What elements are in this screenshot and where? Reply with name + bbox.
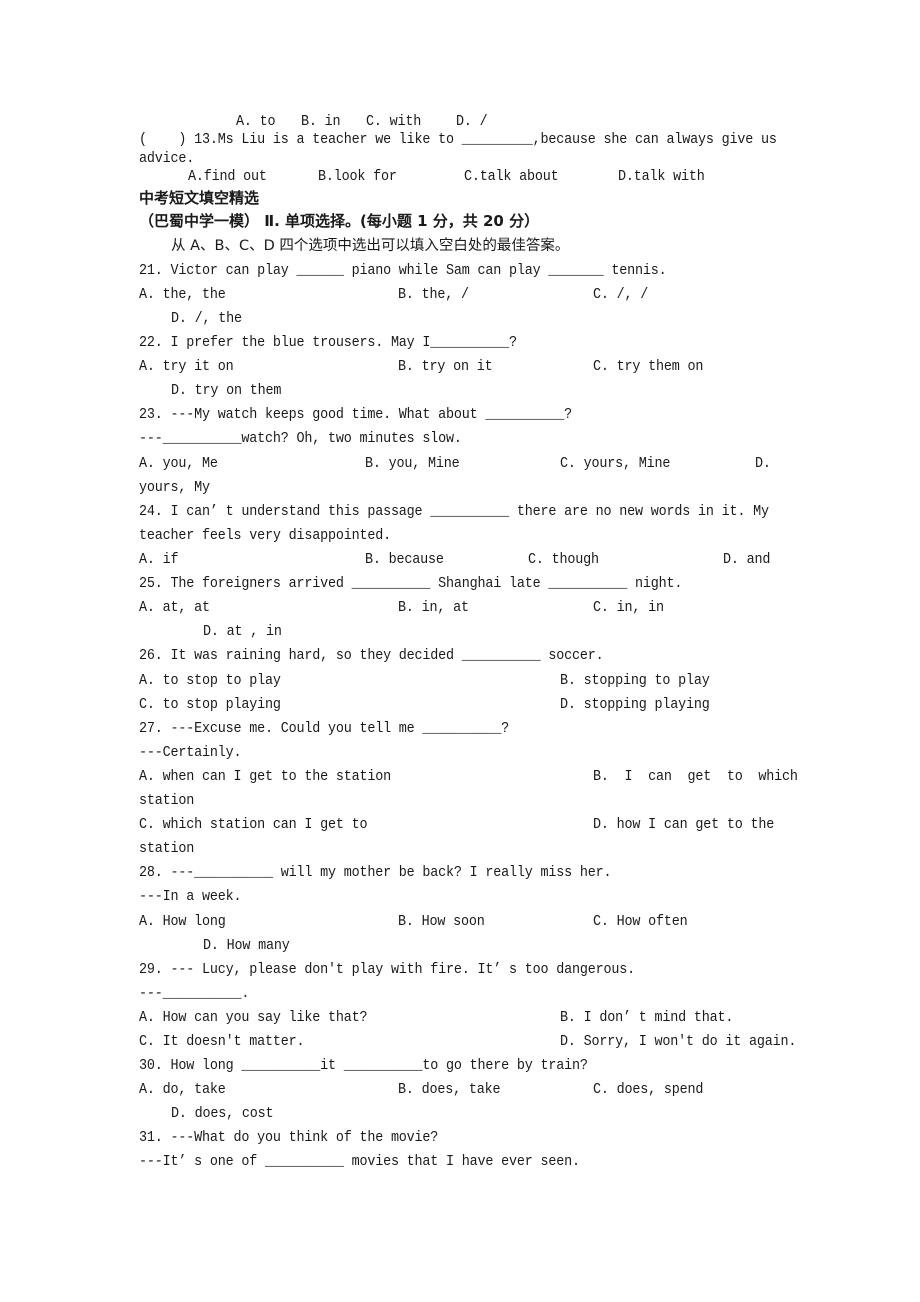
q13-stem: ( ) 13.Ms Liu is a teacher we like to __…: [139, 132, 777, 148]
q25-option-d: D. at , in: [203, 624, 282, 640]
q26-option-d: D. stopping playing: [560, 697, 710, 713]
q13-stem-continued: advice.: [139, 151, 195, 167]
q13-option-b: B.look for: [318, 169, 397, 185]
q12-option-d: D. /: [456, 114, 488, 130]
q25-option-c: C. in, in: [593, 600, 664, 616]
q27-stem: 27. ---Excuse me. Could you tell me ____…: [139, 721, 510, 737]
q27-option-b: B. I can get to which: [593, 769, 798, 785]
q24-stem: 24. I can’ t understand this passage ___…: [139, 504, 769, 520]
q27-option-d-text: station: [139, 841, 195, 857]
q23-stem-response: ---__________watch? Oh, two minutes slow…: [139, 431, 462, 447]
q28-option-d: D. How many: [203, 938, 290, 954]
q29-option-d: D. Sorry, I won't do it again.: [560, 1034, 797, 1050]
q26-option-a: A. to stop to play: [139, 673, 281, 689]
q23-option-d: D.: [755, 456, 771, 472]
q27-option-c: C. which station can I get to: [139, 817, 368, 833]
q28-option-b: B. How soon: [398, 914, 485, 930]
q30-option-b: B. does, take: [398, 1082, 501, 1098]
q29-stem: 29. --- Lucy, please don't play with fir…: [139, 962, 636, 978]
q29-stem-response: ---__________.: [139, 986, 250, 1002]
q28-option-a: A. How long: [139, 914, 226, 930]
q30-option-d: D. does, cost: [171, 1106, 274, 1122]
part-heading: （巴蜀中学一模） Ⅱ. 单项选择。(每小题 1 分，共 20 分）: [139, 212, 540, 230]
q23-option-c: C. yours, Mine: [560, 456, 671, 472]
q23-option-b: B. you, Mine: [365, 456, 460, 472]
q13-option-d: D.talk with: [618, 169, 705, 185]
q27-stem-response: ---Certainly.: [139, 745, 242, 761]
exam-page: A. to B. in C. with D. / ( ) 13.Ms Liu i…: [0, 0, 920, 1302]
q21-stem: 21. Victor can play ______ piano while S…: [139, 263, 667, 279]
q24-option-b: B. because: [365, 552, 444, 568]
q22-option-d: D. try on them: [171, 383, 282, 399]
q22-option-b: B. try on it: [398, 359, 493, 375]
q24-option-d: D. and: [723, 552, 771, 568]
q28-option-c: C. How often: [593, 914, 688, 930]
q21-option-a: A. the, the: [139, 287, 226, 303]
q24-option-c: C. though: [528, 552, 599, 568]
q28-stem-response: ---In a week.: [139, 889, 242, 905]
q27-option-b-text: station: [139, 793, 195, 809]
q30-stem: 30. How long __________it __________to g…: [139, 1058, 588, 1074]
q12-option-c: C. with: [366, 114, 422, 130]
q12-option-b: B. in: [301, 114, 341, 130]
q23-option-d-text: yours, My: [139, 480, 210, 496]
section-heading: 中考短文填空精选: [139, 189, 260, 207]
q29-option-c: C. It doesn't matter.: [139, 1034, 305, 1050]
q31-stem-response: ---It’ s one of __________ movies that I…: [139, 1154, 580, 1170]
q30-option-c: C. does, spend: [593, 1082, 704, 1098]
q26-stem: 26. It was raining hard, so they decided…: [139, 648, 604, 664]
q23-option-a: A. you, Me: [139, 456, 218, 472]
q13-option-a: A.find out: [188, 169, 267, 185]
q22-option-a: A. try it on: [139, 359, 234, 375]
q13-option-c: C.talk about: [464, 169, 559, 185]
instruction-text: 从 A、B、C、D 四个选项中选出可以填入空白处的最佳答案。: [171, 238, 570, 254]
q25-stem: 25. The foreigners arrived __________ Sh…: [139, 576, 683, 592]
q31-stem: 31. ---What do you think of the movie?: [139, 1130, 439, 1146]
q21-option-c: C. /, /: [593, 287, 649, 303]
q22-stem: 22. I prefer the blue trousers. May I___…: [139, 335, 517, 351]
q25-option-a: A. at, at: [139, 600, 210, 616]
q26-option-c: C. to stop playing: [139, 697, 281, 713]
q12-option-a: A. to: [236, 114, 276, 130]
q21-option-d: D. /, the: [171, 311, 242, 327]
q22-option-c: C. try them on: [593, 359, 704, 375]
q29-option-a: A. How can you say like that?: [139, 1010, 368, 1026]
q24-option-a: A. if: [139, 552, 179, 568]
q30-option-a: A. do, take: [139, 1082, 226, 1098]
q29-option-b: B. I don’ t mind that.: [560, 1010, 734, 1026]
q28-stem: 28. ---__________ will my mother be back…: [139, 865, 612, 881]
q23-stem: 23. ---My watch keeps good time. What ab…: [139, 407, 573, 423]
q27-option-a: A. when can I get to the station: [139, 769, 391, 785]
q27-option-d: D. how I can get to the: [593, 817, 775, 833]
q24-stem-continued: teacher feels very disappointed.: [139, 528, 391, 544]
q21-option-b: B. the, /: [398, 287, 469, 303]
q26-option-b: B. stopping to play: [560, 673, 710, 689]
q25-option-b: B. in, at: [398, 600, 469, 616]
